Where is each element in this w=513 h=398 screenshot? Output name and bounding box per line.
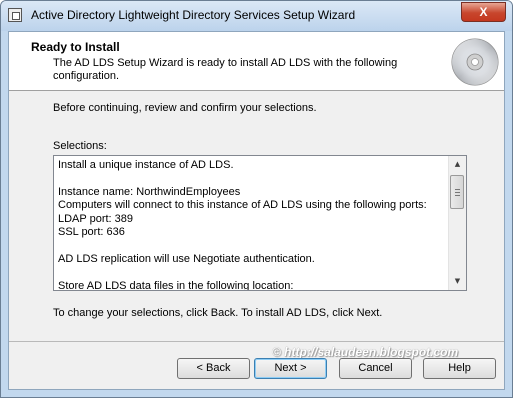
selection-line — [58, 266, 446, 279]
setup-wizard-window: Active Directory Lightweight Directory S… — [0, 0, 513, 398]
help-button[interactable]: Help — [423, 358, 496, 379]
scroll-down-arrow-icon[interactable]: ▼ — [449, 273, 466, 290]
close-button[interactable]: X — [461, 2, 506, 22]
title-bar[interactable]: Active Directory Lightweight Directory S… — [1, 1, 512, 31]
selection-line: AD LDS replication will use Negotiate au… — [58, 252, 315, 265]
selection-line: SSL port: 636 — [58, 225, 125, 238]
watermark: © http://salaudeen.blogspot.com — [272, 345, 459, 359]
footer-divider — [9, 341, 504, 342]
selections-label: Selections: — [53, 140, 107, 152]
selection-line: Install a unique instance of AD LDS. — [58, 159, 234, 171]
wizard-header: Ready to Install The AD LDS Setup Wizard… — [9, 32, 504, 91]
cd-disc-icon — [451, 38, 499, 86]
selections-content: Install a unique instance of AD LDS. Ins… — [58, 159, 446, 291]
cancel-button[interactable]: Cancel — [339, 358, 412, 379]
selection-line: Computers will connect to this instance … — [58, 199, 427, 212]
next-button[interactable]: Next > — [254, 358, 327, 379]
wizard-client-area: Ready to Install The AD LDS Setup Wizard… — [8, 31, 505, 390]
scroll-up-arrow-icon[interactable]: ▲ — [449, 156, 466, 173]
selection-line: Store AD LDS data files in the following… — [58, 279, 294, 291]
selections-textbox[interactable]: Install a unique instance of AD LDS. Ins… — [53, 155, 467, 291]
page-description: The AD LDS Setup Wizard is ready to inst… — [53, 57, 398, 82]
selection-line: Instance name: NorthwindEmployees — [58, 185, 241, 198]
window-title: Active Directory Lightweight Directory S… — [31, 8, 356, 22]
navigation-hint: To change your selections, click Back. T… — [53, 307, 383, 319]
scrollbar-thumb[interactable] — [450, 175, 464, 209]
vertical-scrollbar[interactable]: ▲ ▼ — [448, 156, 466, 290]
selection-line — [58, 239, 446, 252]
selection-line — [58, 172, 446, 185]
selection-line: LDAP port: 389 — [58, 212, 134, 225]
window-app-icon[interactable] — [8, 8, 22, 22]
page-title: Ready to Install — [31, 40, 120, 54]
back-button[interactable]: < Back — [177, 358, 250, 379]
intro-text: Before continuing, review and confirm yo… — [53, 102, 317, 114]
